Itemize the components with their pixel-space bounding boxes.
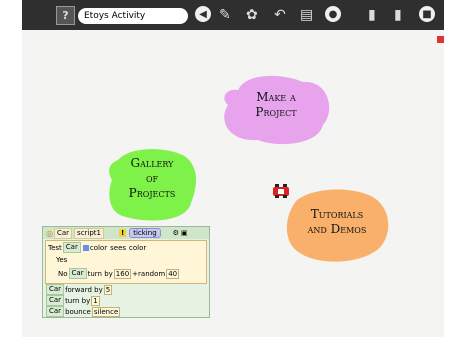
no-row: No Car turn by 160 + random 40	[58, 268, 180, 279]
back-button[interactable]: ◀	[195, 6, 211, 22]
alert-button[interactable]: !	[119, 229, 127, 237]
share-in-icon: ▮	[368, 7, 376, 23]
cmd3-arg[interactable]: silence	[91, 306, 121, 317]
share-out-button[interactable]: ▮	[394, 6, 402, 24]
cmd3-object[interactable]: Car	[46, 306, 65, 317]
command-row-1[interactable]: Car forward by 5	[45, 284, 113, 295]
test-block[interactable]: Test Car color sees color Yes No Car tur…	[45, 240, 207, 284]
command-row-3[interactable]: Car bounce silence	[45, 306, 121, 317]
script-options-icon[interactable]: ⚙	[173, 229, 179, 237]
no-number[interactable]: 160	[113, 268, 132, 279]
circle-button[interactable]: ●	[325, 6, 341, 22]
test-object-tile[interactable]: Car	[62, 242, 81, 253]
cmd1-arg[interactable]: 5	[103, 284, 113, 295]
random-arg[interactable]: 40	[166, 268, 180, 279]
cmd2-object[interactable]: Car	[46, 295, 65, 306]
menu-icon[interactable]: ◎	[46, 229, 53, 238]
stop-icon: ■	[422, 8, 432, 20]
script-editor[interactable]: ◎ Car script1 ! ticking ⚙ ▣ Test Car col…	[42, 226, 210, 318]
toolbar: ? Etoys Activity ◀ ✎ ✿ ↶ ▤ ● ▮ ▮ ■	[22, 0, 444, 30]
cmd2-arg[interactable]: 1	[91, 295, 100, 306]
share-in-button[interactable]: ▮	[368, 6, 376, 24]
cmd1-label: forward by	[65, 285, 103, 294]
help-button[interactable]: ?	[56, 6, 75, 25]
corner-handle[interactable]	[437, 36, 444, 43]
test-row: Test Car color sees color	[48, 242, 146, 253]
project-title-field[interactable]: Etoys Activity	[78, 8, 188, 24]
supplies-icon: ✿	[246, 7, 258, 23]
test-verb: sees	[110, 243, 127, 252]
paint-button[interactable]: ✎	[219, 6, 231, 24]
circle-icon: ●	[328, 8, 338, 20]
back-icon: ◀	[199, 8, 207, 20]
script-name-field[interactable]: script1	[74, 227, 105, 239]
make-project-label[interactable]: Make a Project	[230, 90, 322, 120]
undo-button[interactable]: ↶	[274, 6, 286, 24]
no-random[interactable]: random	[138, 270, 165, 278]
script-header: ◎ Car script1 ! ticking ⚙ ▣	[43, 227, 209, 239]
yes-label: Yes	[56, 255, 68, 264]
test-label: Test	[48, 243, 62, 252]
car-sprite[interactable]	[271, 184, 291, 198]
close-script-icon[interactable]: ▣	[181, 229, 188, 237]
no-command: turn by	[87, 269, 113, 278]
cmd1-object[interactable]: Car	[46, 284, 65, 295]
test-target: color	[129, 243, 147, 252]
no-object-tile[interactable]: Car	[68, 268, 87, 279]
cmd2-label: turn by	[65, 296, 91, 305]
test-attr: color	[89, 243, 108, 252]
paint-icon: ✎	[219, 7, 231, 23]
undo-icon: ↶	[274, 7, 286, 23]
tutorials-label[interactable]: Tutorials and Demos	[290, 207, 384, 237]
color-swatch[interactable]	[82, 244, 89, 251]
book-icon: ▤	[300, 7, 314, 23]
no-label: No	[58, 269, 68, 278]
book-button[interactable]: ▤	[300, 6, 313, 24]
yes-row: Yes	[56, 254, 67, 265]
status-selector[interactable]: ticking	[129, 228, 161, 238]
gallery-label[interactable]: Gallery of Projects	[114, 156, 190, 201]
supplies-button[interactable]: ✿	[246, 6, 258, 24]
script-object-tile[interactable]: Car	[53, 227, 73, 239]
cmd3-label: bounce	[65, 307, 91, 316]
command-row-2[interactable]: Car turn by 1	[45, 295, 101, 306]
share-out-icon: ▮	[394, 7, 402, 23]
stop-button[interactable]: ■	[419, 6, 435, 22]
